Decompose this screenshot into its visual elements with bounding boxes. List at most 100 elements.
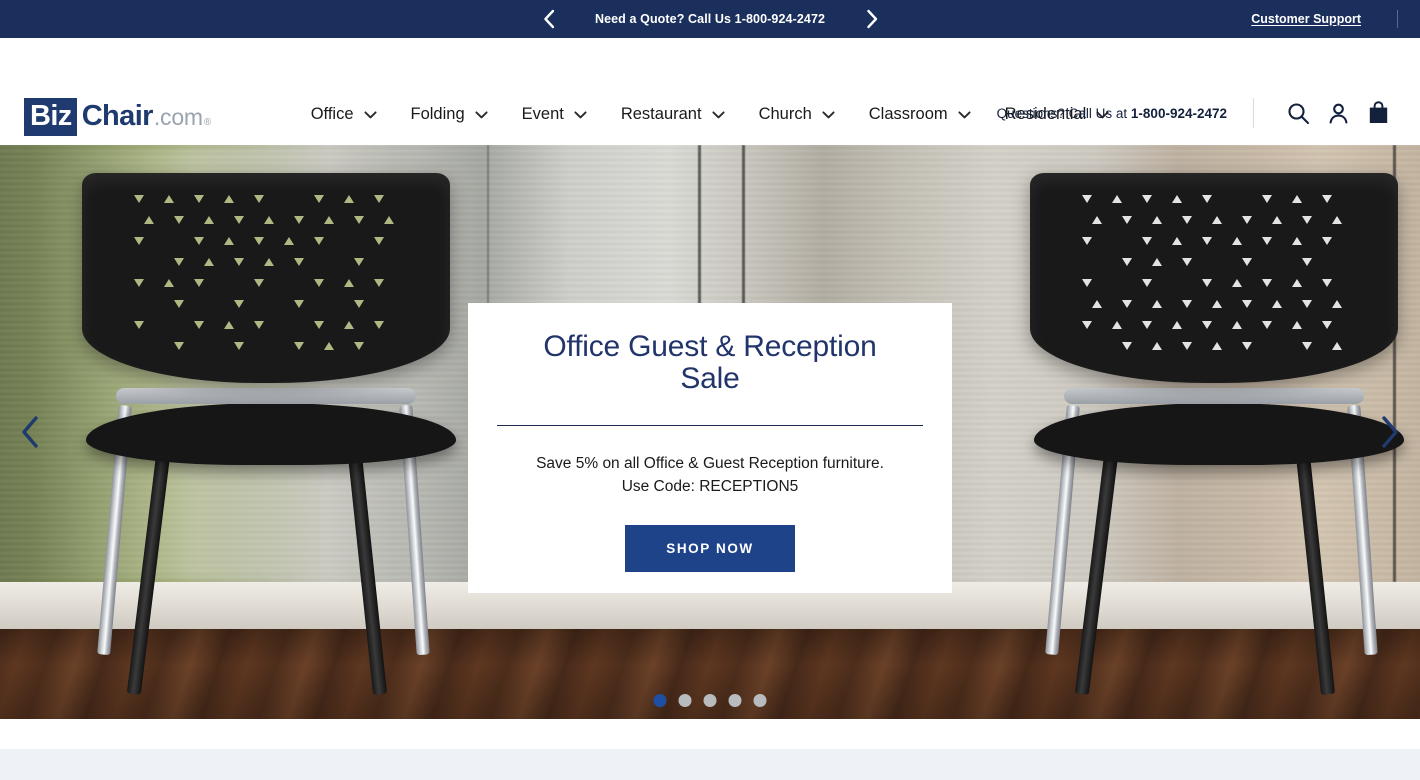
chair-perforation <box>1272 300 1282 308</box>
chair-perforation <box>284 237 294 245</box>
chair-perforation <box>294 258 304 266</box>
nav-label: Classroom <box>869 105 948 124</box>
chair-perforation <box>1172 321 1182 329</box>
chair-perforation <box>1152 258 1162 266</box>
hero-next-arrow[interactable] <box>1366 408 1414 456</box>
chevron-down-icon <box>712 111 725 119</box>
announcement-next-arrow[interactable] <box>855 2 889 36</box>
chair-perforation <box>1152 342 1162 350</box>
chair-perforation <box>194 237 204 245</box>
chair-perforation <box>1112 321 1122 329</box>
hero-divider-rule <box>497 425 923 427</box>
chevron-down-icon <box>822 111 835 119</box>
chair-perforation <box>1182 258 1192 266</box>
hero-title: Office Guest & Reception Sale <box>515 331 905 396</box>
cart-button[interactable] <box>1358 96 1398 130</box>
chair-perforation <box>174 300 184 308</box>
chair-perforation <box>1212 342 1222 350</box>
chair-left <box>60 145 480 719</box>
site-header: Biz Chair .com ® Office Folding Event Re… <box>0 38 1420 145</box>
hero-dot-4[interactable] <box>729 694 742 707</box>
chair-perforation <box>234 300 244 308</box>
chair-perforation <box>1142 279 1152 287</box>
nav-item-restaurant[interactable]: Restaurant <box>604 96 742 133</box>
chair-perforation <box>1082 279 1092 287</box>
chair-perforation <box>1202 237 1212 245</box>
chair-perforation <box>1182 342 1192 350</box>
chair-perforation <box>254 237 264 245</box>
chair-perforation <box>254 279 264 287</box>
chair-perforation <box>1202 279 1212 287</box>
chair-backrest <box>82 173 450 383</box>
chair-perforation <box>374 279 384 287</box>
chair-perforation <box>254 195 264 203</box>
chair-perforation <box>164 195 174 203</box>
chair-leg <box>127 445 171 695</box>
announcement-bar: Need a Quote? Call Us 1-800-924-2472 Cus… <box>0 0 1420 38</box>
hero-dot-2[interactable] <box>679 694 692 707</box>
chair-perforation <box>374 237 384 245</box>
chair-perforation <box>134 237 144 245</box>
hero-prev-arrow[interactable] <box>6 408 54 456</box>
chair-perforation <box>1242 342 1252 350</box>
nav-item-event[interactable]: Event <box>505 96 604 133</box>
chair-perforation <box>354 258 364 266</box>
chair-perforation <box>1302 300 1312 308</box>
chair-perforation <box>194 195 204 203</box>
chair-perforation <box>174 342 184 350</box>
hero-dot-1[interactable] <box>654 694 667 707</box>
nav-item-office[interactable]: Office <box>294 96 394 133</box>
chair-perforation <box>1172 195 1182 203</box>
hero-dot-5[interactable] <box>754 694 767 707</box>
nav-item-church[interactable]: Church <box>742 96 852 133</box>
announcement-carousel: Need a Quote? Call Us 1-800-924-2472 <box>531 2 889 36</box>
header-phone-number: 1-800-924-2472 <box>1131 106 1227 121</box>
chair-perforation <box>1182 300 1192 308</box>
chair-perforation <box>1092 216 1102 224</box>
chair-frame-bar <box>1064 388 1364 404</box>
chevron-down-icon <box>958 111 971 119</box>
chair-perforation <box>1302 258 1312 266</box>
nav-item-classroom[interactable]: Classroom <box>852 96 988 133</box>
chevron-down-icon <box>364 111 377 119</box>
nav-item-folding[interactable]: Folding <box>394 96 505 133</box>
chair-perforation <box>264 258 274 266</box>
chair-perforation <box>1242 258 1252 266</box>
chair-perforation <box>1122 216 1132 224</box>
chair-perforation <box>1142 321 1152 329</box>
chair-perforation <box>1232 321 1242 329</box>
chair-perforation <box>314 195 324 203</box>
chair-perforation <box>1332 300 1342 308</box>
chair-perforation <box>1142 237 1152 245</box>
header-phone-label: Questions? Call Us at <box>997 106 1128 121</box>
chair-perforation <box>1212 216 1222 224</box>
next-section-strip <box>0 749 1420 780</box>
announcement-prev-arrow[interactable] <box>531 2 565 36</box>
chair-frame-bar <box>116 388 416 404</box>
chair-perforation <box>344 195 354 203</box>
chair-perforation <box>1092 300 1102 308</box>
chair-perforation <box>1292 237 1302 245</box>
chair-perforation <box>1302 342 1312 350</box>
announcement-message: Need a Quote? Call Us 1-800-924-2472 <box>565 12 855 26</box>
header-utilities: Questions? Call Us at 1-800-924-2472 <box>997 96 1398 130</box>
hero-dot-3[interactable] <box>704 694 717 707</box>
chair-perforation <box>324 342 334 350</box>
customer-support-link[interactable]: Customer Support <box>1251 12 1361 26</box>
chair-perforation <box>1122 258 1132 266</box>
chair-perforation <box>1232 279 1242 287</box>
shop-now-button[interactable]: SHOP NOW <box>625 525 795 572</box>
chair-perforation <box>1322 321 1332 329</box>
chair-perforation <box>374 195 384 203</box>
chair-perforation <box>1322 237 1332 245</box>
nav-label: Church <box>759 105 812 124</box>
search-button[interactable] <box>1278 96 1318 130</box>
chair-perforation <box>1082 321 1092 329</box>
chair-perforation <box>1082 195 1092 203</box>
account-button[interactable] <box>1318 96 1358 130</box>
chair-leg <box>1295 445 1335 695</box>
chair-perforation <box>1112 195 1122 203</box>
chair-perforation <box>174 258 184 266</box>
chair-perforation <box>354 216 364 224</box>
chair-perforation <box>1212 300 1222 308</box>
